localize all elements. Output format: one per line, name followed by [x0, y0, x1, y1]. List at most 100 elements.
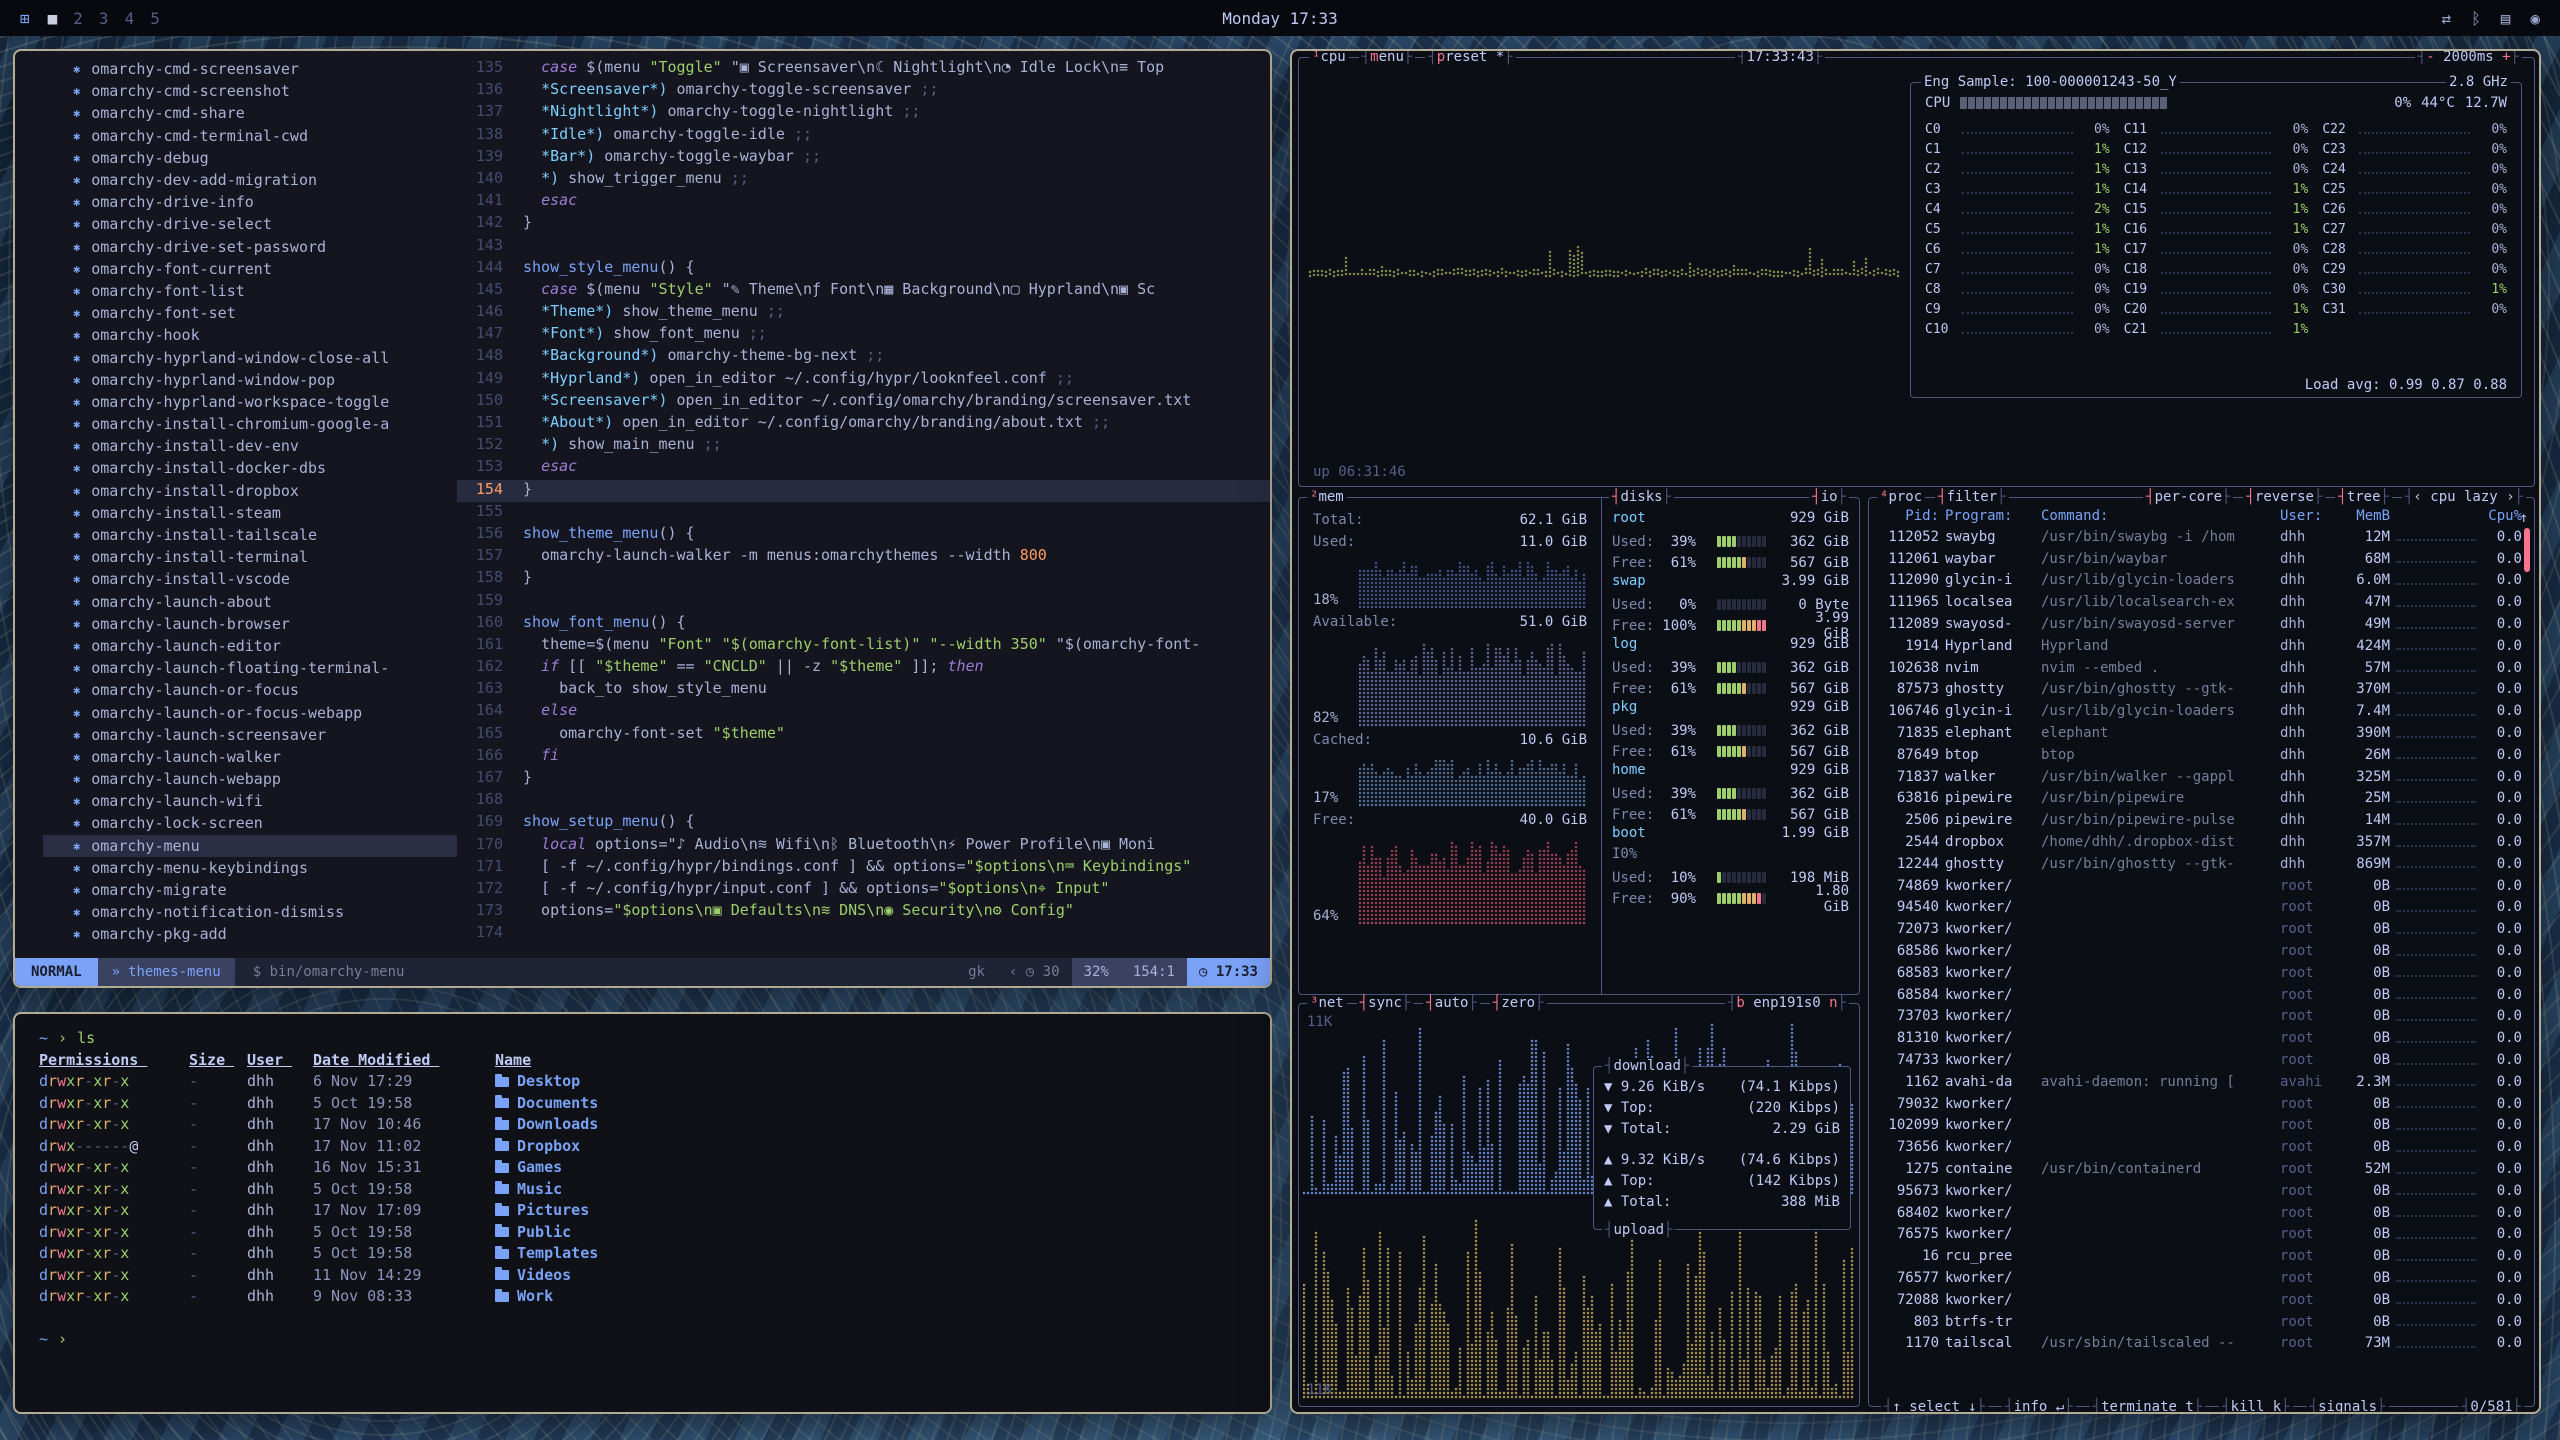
workspace-button-4[interactable]: 4: [125, 9, 135, 28]
process-row[interactable]: 2544dropbox/home/dhh/.dropbox-distdhh357…: [1881, 831, 2522, 853]
proc-tab[interactable]: ⁴proc: [1877, 489, 1925, 505]
file-list-item[interactable]: ✱omarchy-hyprland-window-close-all: [73, 346, 457, 368]
file-list-item[interactable]: ✱omarchy-notification-dismiss: [73, 901, 457, 923]
process-row[interactable]: 68584kworker/root0B0.0: [1881, 984, 2522, 1006]
process-row[interactable]: 95673kworker/root0B0.0: [1881, 1180, 2522, 1202]
file-list-item[interactable]: ✱omarchy-hyprland-window-pop: [73, 369, 457, 391]
proc-footer-item-3[interactable]: kill k: [2219, 1399, 2292, 1414]
proc-footer-item-1[interactable]: info ↵: [2002, 1399, 2075, 1414]
directory-link[interactable]: Downloads: [495, 1114, 598, 1136]
file-list-item[interactable]: ✱omarchy-install-dev-env: [73, 435, 457, 457]
directory-link[interactable]: Public: [495, 1222, 571, 1244]
menu-button[interactable]: menu: [1359, 49, 1416, 65]
file-list-item[interactable]: ✱omarchy-menu-keybindings: [73, 857, 457, 879]
file-list-item[interactable]: ✱omarchy-migrate: [73, 879, 457, 901]
process-row[interactable]: 87649btopbtopdhh26M0.0: [1881, 744, 2522, 766]
battery-icon[interactable]: ▤: [2501, 9, 2511, 28]
interface-switcher[interactable]: b enp191s0 n: [1725, 995, 1849, 1011]
process-row[interactable]: 87573ghostty/usr/bin/ghostty --gtk-dhh37…: [1881, 679, 2522, 701]
iface-prev-button[interactable]: b: [1736, 995, 1744, 1011]
directory-link[interactable]: Dropbox: [495, 1136, 580, 1158]
proc-col-header[interactable]: MemB: [2338, 508, 2390, 524]
proc-col-header[interactable]: Cpu%: [2482, 508, 2522, 524]
directory-link[interactable]: Templates: [495, 1243, 598, 1265]
process-row[interactable]: 102638nvimnvim --embed .dhh57M0.0: [1881, 657, 2522, 679]
file-list-item[interactable]: ✱omarchy-launch-editor: [73, 635, 457, 657]
proc-scrollbar[interactable]: [2524, 528, 2530, 572]
process-row[interactable]: 74869kworker/root0B0.0: [1881, 875, 2522, 897]
file-list-item[interactable]: ✱omarchy-lock-screen: [73, 812, 457, 834]
sort-selector[interactable]: ‹ cpu lazy ›: [2402, 489, 2526, 505]
file-list-item[interactable]: ✱omarchy-drive-select: [73, 213, 457, 235]
cpu-tab[interactable]: ¹cpu: [1309, 49, 1349, 65]
file-list-item[interactable]: ✱omarchy-launch-screensaver: [73, 724, 457, 746]
file-list-item[interactable]: ✱omarchy-launch-browser: [73, 613, 457, 635]
proc-col-header[interactable]: Pid:: [1881, 508, 1945, 524]
file-list-item[interactable]: ✱omarchy-launch-or-focus: [73, 679, 457, 701]
file-list-item[interactable]: ✱omarchy-install-docker-dbs: [73, 457, 457, 479]
file-list-item[interactable]: ✱omarchy-drive-set-password: [73, 236, 457, 258]
zero-button[interactable]: zero: [1490, 995, 1547, 1011]
process-row[interactable]: 72088kworker/root0B0.0: [1881, 1289, 2522, 1311]
file-list-item[interactable]: ✱omarchy-cmd-terminal-cwd: [73, 125, 457, 147]
file-list-item[interactable]: ✱omarchy-launch-walker: [73, 746, 457, 768]
process-row[interactable]: 112090glycin-i/usr/lib/glycin-loadersdhh…: [1881, 570, 2522, 592]
process-row[interactable]: 79032kworker/root0B0.0: [1881, 1093, 2522, 1115]
directory-link[interactable]: Games: [495, 1157, 562, 1179]
process-row[interactable]: 1914HyprlandHyprlanddhh424M0.0: [1881, 635, 2522, 657]
disks-tab[interactable]: disks: [1609, 489, 1674, 505]
process-row[interactable]: 1275containe/usr/bin/containerdroot52M0.…: [1881, 1158, 2522, 1180]
file-list-item[interactable]: ✱omarchy-install-tailscale: [73, 524, 457, 546]
bluetooth-icon[interactable]: ᛒ: [2471, 9, 2481, 28]
iface-next-button[interactable]: n: [1829, 995, 1837, 1011]
process-row[interactable]: 68586kworker/root0B0.0: [1881, 940, 2522, 962]
file-list-item[interactable]: ✱omarchy-install-steam: [73, 502, 457, 524]
proc-col-header[interactable]: Command:: [2041, 508, 2280, 524]
process-row[interactable]: 112089swayosd-/usr/bin/swayosd-serverdhh…: [1881, 613, 2522, 635]
interval-plus-button[interactable]: +: [2502, 49, 2510, 65]
workspace-button-1[interactable]: ■: [48, 9, 58, 28]
tree-button[interactable]: tree: [2335, 489, 2392, 505]
process-row[interactable]: 102099kworker/root0B0.0: [1881, 1115, 2522, 1137]
directory-link[interactable]: Videos: [495, 1265, 571, 1287]
reverse-button[interactable]: reverse: [2243, 489, 2325, 505]
file-list-item[interactable]: ✱omarchy-install-terminal: [73, 546, 457, 568]
net-tab[interactable]: ³net: [1307, 995, 1347, 1011]
directory-link[interactable]: Desktop: [495, 1071, 580, 1093]
process-row[interactable]: 112052swaybg/usr/bin/swaybg -i /homdhh12…: [1881, 526, 2522, 548]
file-list-item[interactable]: ✱omarchy-cmd-screensaver: [73, 58, 457, 80]
file-list-item[interactable]: ✱omarchy-launch-floating-terminal-: [73, 657, 457, 679]
file-list-item[interactable]: ✱omarchy-launch-about: [73, 591, 457, 613]
process-row[interactable]: 81310kworker/root0B0.0: [1881, 1027, 2522, 1049]
process-row[interactable]: 1170tailscal/usr/sbin/tailscaled --root7…: [1881, 1332, 2522, 1354]
directory-link[interactable]: Music: [495, 1179, 562, 1201]
file-list-item[interactable]: ✱omarchy-hook: [73, 324, 457, 346]
launcher-icon[interactable]: ⊞: [20, 9, 30, 28]
file-list-item[interactable]: ✱omarchy-launch-wifi: [73, 790, 457, 812]
process-row[interactable]: 72073kworker/root0B0.0: [1881, 918, 2522, 940]
file-list-item[interactable]: ✱omarchy-install-chromium-google-a: [73, 413, 457, 435]
terminal-body[interactable]: ~›ls Permissions Size User Date Modified…: [15, 1014, 1270, 1365]
process-row[interactable]: 2506pipewire/usr/bin/pipewire-pulsedhh14…: [1881, 809, 2522, 831]
process-row[interactable]: 112061waybar/usr/bin/waybardhh68M0.0: [1881, 548, 2522, 570]
file-list-item[interactable]: ✱omarchy-launch-or-focus-webapp: [73, 701, 457, 723]
interval-minus-button[interactable]: -: [2426, 49, 2434, 65]
file-list-item[interactable]: ✱omarchy-dev-add-migration: [73, 169, 457, 191]
scroll-up-icon[interactable]: ↑: [2520, 510, 2528, 526]
file-list[interactable]: ✱omarchy-cmd-screensaver✱omarchy-cmd-scr…: [15, 58, 457, 958]
file-list-item[interactable]: ✱omarchy-install-vscode: [73, 568, 457, 590]
process-row[interactable]: 111965localsea/usr/lib/localsearch-exdhh…: [1881, 591, 2522, 613]
workspace-button-3[interactable]: 3: [99, 9, 109, 28]
file-list-item[interactable]: ✱omarchy-pkg-add: [73, 923, 457, 945]
directory-link[interactable]: Pictures: [495, 1200, 589, 1222]
directory-link[interactable]: Documents: [495, 1093, 598, 1115]
process-row[interactable]: 68583kworker/root0B0.0: [1881, 962, 2522, 984]
per-core-button[interactable]: per-core: [2143, 489, 2233, 505]
process-row[interactable]: 76577kworker/root0B0.0: [1881, 1267, 2522, 1289]
file-list-item[interactable]: ✱omarchy-cmd-share: [73, 102, 457, 124]
filter-button[interactable]: filter: [1935, 489, 2008, 505]
workspace-button-2[interactable]: 2: [73, 9, 83, 28]
proc-footer-item-4[interactable]: signals: [2307, 1399, 2389, 1414]
file-list-item[interactable]: ✱omarchy-cmd-screenshot: [73, 80, 457, 102]
proc-col-header[interactable]: User:: [2280, 508, 2338, 524]
